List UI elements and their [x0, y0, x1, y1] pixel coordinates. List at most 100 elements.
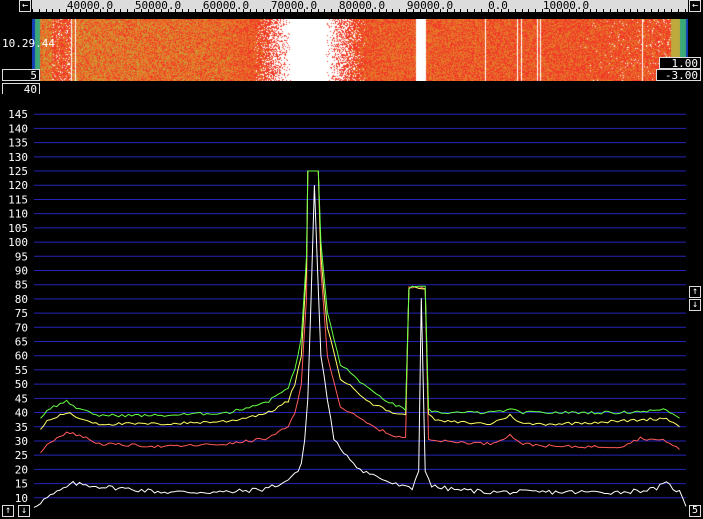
frequency-tick [644, 9, 645, 12]
y-tick-label: 120 [8, 179, 28, 192]
waterfall-setting-left[interactable]: 5 [2, 69, 40, 81]
frequency-tick [624, 9, 625, 12]
frequency-tick [474, 9, 475, 12]
scroll-right-button[interactable]: ← [689, 0, 701, 12]
frequency-tick [263, 9, 264, 12]
frequency-tick [229, 9, 230, 12]
frequency-tick [494, 9, 495, 12]
frequency-tick [406, 9, 407, 12]
frequency-tick [182, 9, 183, 12]
scroll-left-button[interactable]: ← [19, 0, 31, 12]
scroll-up-button[interactable]: ↑ [689, 286, 701, 298]
frequency-tick [569, 9, 570, 12]
waterfall-display[interactable] [32, 19, 688, 81]
frequency-tick [522, 9, 523, 12]
frequency-tick [86, 9, 87, 12]
frequency-tick [556, 9, 557, 12]
frequency-tick [528, 9, 529, 12]
frequency-tick [243, 9, 244, 12]
frequency-tick [256, 9, 257, 12]
y-tick-label: 135 [8, 137, 28, 150]
frequency-label: 0.0 [488, 0, 508, 12]
frequency-tick [107, 9, 108, 12]
frequency-tick [352, 9, 353, 12]
y-tick-label: 105 [8, 222, 28, 235]
scroll-down-button[interactable]: ↓ [689, 299, 701, 311]
frequency-tick [120, 9, 121, 12]
y-tick-label: 125 [8, 165, 28, 178]
frequency-tick [195, 9, 196, 12]
frequency-tick [467, 9, 468, 12]
frequency-tick [549, 9, 550, 12]
frequency-tick [114, 9, 115, 12]
frequency-tick [80, 9, 81, 12]
y-tick-label: 45 [15, 392, 28, 405]
frequency-tick [610, 9, 611, 12]
frequency-tick [222, 9, 223, 12]
frequency-tick [93, 9, 94, 12]
frequency-tick [413, 9, 414, 12]
frequency-tick [216, 9, 217, 12]
frequency-tick [304, 9, 305, 12]
y-tick-label: 140 [8, 122, 28, 135]
frequency-tick [161, 9, 162, 12]
frequency-tick [365, 9, 366, 12]
y-tick-label: 130 [8, 151, 28, 164]
frequency-tick [454, 9, 455, 12]
frequency-tick [590, 9, 591, 12]
frequency-tick [358, 9, 359, 12]
y-tick-label: 85 [15, 279, 28, 292]
frequency-tick [127, 9, 128, 12]
frequency-tick [59, 9, 60, 12]
bottom-up-button[interactable]: ↑ [2, 505, 14, 517]
frequency-tick [685, 9, 686, 12]
frequency-tick [617, 9, 618, 12]
frequency-axis: 40000.0 50000.0 60000.0 70000.0 80000.0 90000… [32, 0, 688, 12]
frequency-tick [318, 9, 319, 12]
frequency-tick [290, 9, 291, 12]
waterfall-gain[interactable]: 1.00 [659, 57, 701, 69]
y-tick-label: 75 [15, 307, 28, 320]
y-tick-label: 25 [15, 449, 28, 462]
frequency-tick [542, 9, 543, 12]
frequency-tick [331, 9, 332, 12]
y-tick-label: 80 [15, 293, 28, 306]
frequency-tick [399, 9, 400, 12]
frequency-tick [277, 9, 278, 12]
frequency-tick [433, 9, 434, 12]
waterfall-offset[interactable]: -3.00 [656, 69, 701, 81]
waterfall-time: 10.29.44 [2, 37, 55, 50]
frequency-tick [345, 9, 346, 12]
y-tick-label: 35 [15, 421, 28, 434]
frequency-tick [141, 9, 142, 12]
frequency-tick [392, 9, 393, 12]
frequency-tick [447, 9, 448, 12]
frequency-tick [637, 9, 638, 12]
frequency-tick [671, 9, 672, 12]
frequency-tick [651, 9, 652, 12]
y-tick-label: 10 [15, 492, 28, 505]
frequency-tick [583, 9, 584, 12]
frequency-tick [603, 9, 604, 12]
y-tick-label: 65 [15, 336, 28, 349]
frequency-tick [562, 9, 563, 12]
bottom-down-button[interactable]: ↓ [18, 505, 30, 517]
frequency-tick [379, 9, 380, 12]
frequency-tick [535, 9, 536, 12]
frequency-tick [501, 9, 502, 12]
y-tick-label: 95 [15, 250, 28, 263]
frequency-tick [324, 9, 325, 12]
frequency-tick [188, 9, 189, 12]
frequency-tick [311, 9, 312, 12]
y-tick-label: 90 [15, 264, 28, 277]
y-tick-label: 30 [15, 435, 28, 448]
frequency-tick [678, 9, 679, 12]
bottom-right-value[interactable]: 5 [689, 505, 701, 517]
frequency-tick [32, 9, 33, 12]
y-tick-label: 15 [15, 478, 28, 491]
frequency-tick [297, 9, 298, 12]
y-tick-label: 60 [15, 350, 28, 363]
frequency-tick [202, 9, 203, 12]
frequency-tick [66, 9, 67, 12]
frequency-tick [148, 9, 149, 12]
